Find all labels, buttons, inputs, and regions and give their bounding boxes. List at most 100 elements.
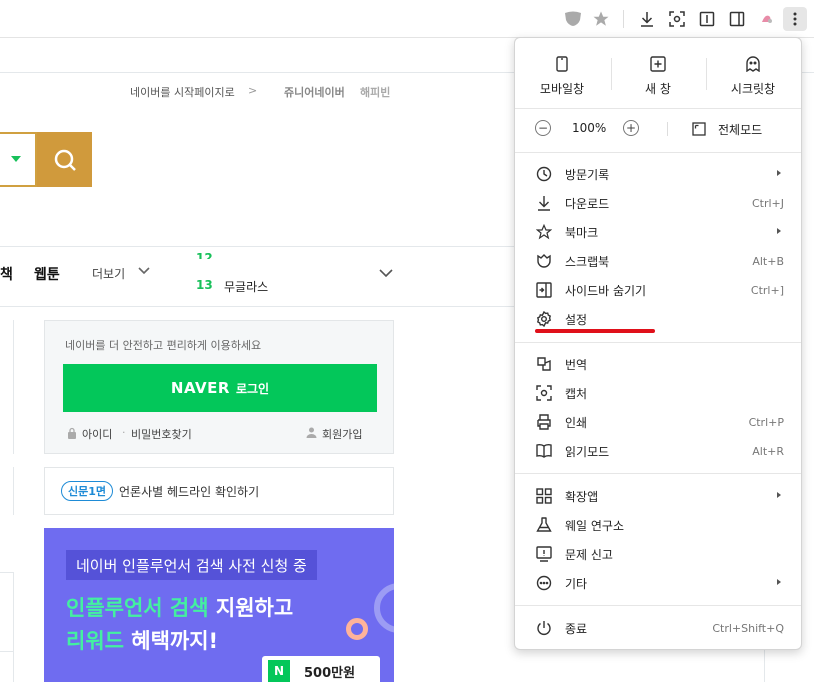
- menu-item-print[interactable]: 인쇄 Ctrl+P: [515, 408, 801, 436]
- rolling-rank: 12: [196, 251, 213, 259]
- mobile-window-label: 모바일창: [539, 82, 585, 96]
- report-icon: [535, 545, 553, 563]
- submenu-arrow-icon: [777, 492, 781, 498]
- happybean-link[interactable]: 해피빈: [360, 84, 390, 100]
- menu-item-label: 설정: [565, 312, 588, 327]
- menu-item-label: 스크랩북: [565, 254, 610, 269]
- capture-icon[interactable]: [666, 8, 688, 30]
- shortcut-text: Ctrl+P: [748, 415, 784, 429]
- shield-icon[interactable]: [562, 8, 584, 30]
- menu-item-extensions[interactable]: 확장앱: [515, 482, 801, 510]
- find-password-link[interactable]: 비밀번호찾기: [131, 426, 192, 442]
- secret-window-label: 시크릿창: [730, 82, 776, 96]
- download-icon[interactable]: [636, 8, 658, 30]
- nav-more[interactable]: 더보기: [92, 265, 125, 282]
- shortcut-text: Alt+B: [752, 254, 784, 268]
- menu-item-label: 읽기모드: [565, 444, 610, 459]
- capture-icon: [535, 384, 553, 402]
- submenu-arrow-icon: [777, 170, 781, 176]
- naver-n-icon: N: [268, 660, 290, 682]
- menu-item-translate[interactable]: 번역: [515, 350, 801, 378]
- reward-card: N 500만원: [262, 656, 380, 682]
- mobile-window-button[interactable]: 모바일창: [516, 56, 608, 97]
- secret-window-button[interactable]: 시크릿창: [707, 56, 799, 97]
- login-label: 로그인: [235, 381, 270, 396]
- menu-item-bookmarks[interactable]: 북마크: [515, 218, 801, 246]
- menu-item-label: 인쇄: [565, 415, 588, 430]
- book-icon: [535, 442, 553, 460]
- nav-item-webtoon[interactable]: 웹툰: [34, 264, 60, 284]
- apps-grid-icon: [535, 487, 553, 505]
- login-panel: 네이버를 더 안전하고 편리하게 이용하세요 NAVER 로그인 아이디 · 비…: [44, 320, 394, 454]
- clock-icon: [535, 165, 553, 183]
- find-id-link[interactable]: 아이디: [82, 426, 112, 442]
- decor-ring: [346, 618, 368, 640]
- start-page-link[interactable]: 네이버를 시작페이지로: [130, 84, 235, 100]
- newspaper-badge: 신문1면: [61, 481, 114, 501]
- menu-item-report-issue[interactable]: 문제 신고: [515, 540, 801, 568]
- reader-icon[interactable]: [696, 8, 718, 30]
- fullscreen-button[interactable]: 전체모드: [718, 121, 762, 138]
- zoom-out-button[interactable]: −: [535, 120, 551, 136]
- signup-link[interactable]: 회원가입: [322, 426, 362, 442]
- menu-item-label: 캡처: [565, 386, 588, 401]
- red-underline-annotation: [535, 329, 655, 333]
- search-icon: [53, 148, 77, 172]
- caret-down-icon[interactable]: [11, 156, 21, 162]
- menu-item-downloads[interactable]: 다운로드 Ctrl+J: [515, 189, 801, 217]
- banner-headline-1: 인플루언서 검색 지원하고: [66, 596, 294, 620]
- menu-item-reading-mode[interactable]: 읽기모드 Alt+R: [515, 437, 801, 465]
- zoom-in-button[interactable]: +: [623, 120, 639, 136]
- naver-logo: NAVER: [170, 379, 230, 397]
- menu-item-scrapbook[interactable]: 스크랩북 Alt+B: [515, 247, 801, 275]
- menu-item-label: 방문기록: [565, 167, 610, 182]
- decor-ring: [374, 583, 394, 633]
- browser-main-menu: 모바일창 새 창 시크릿창 − 100% + 전체모드 방문기록 다운로드 Ct…: [514, 37, 802, 650]
- print-icon: [535, 413, 553, 431]
- menu-item-label: 종료: [565, 621, 588, 636]
- ghost-icon: [707, 56, 799, 74]
- rolling-keyword[interactable]: 무글라스: [224, 278, 268, 295]
- login-button[interactable]: NAVER 로그인: [63, 364, 377, 412]
- sidebar-icon[interactable]: [726, 8, 748, 30]
- shortcut-text: Ctrl+Shift+Q: [712, 621, 784, 635]
- gear-icon: [535, 310, 553, 328]
- login-description: 네이버를 더 안전하고 편리하게 이용하세요: [65, 339, 262, 352]
- star-icon[interactable]: [590, 8, 612, 30]
- search-button[interactable]: [37, 132, 92, 187]
- banner-tag: 네이버 인플루언서 검색 사전 신청 중: [66, 550, 317, 580]
- reward-amount: 500만원: [304, 665, 356, 681]
- star-icon: [535, 223, 553, 241]
- menu-item-label: 웨일 연구소: [565, 518, 625, 533]
- influencer-ad-banner[interactable]: 네이버 인플루언서 검색 사전 신청 중 인플루언서 검색 지원하고 리워드 혜…: [44, 528, 394, 682]
- newspaper-headline-banner[interactable]: 신문1면 언론사별 헤드라인 확인하기: [44, 467, 394, 515]
- download-icon: [535, 194, 553, 212]
- menu-item-capture[interactable]: 캡처: [515, 379, 801, 407]
- menu-item-exit[interactable]: 종료 Ctrl+Shift+Q: [515, 614, 801, 642]
- shortcut-text: Ctrl+]: [750, 283, 784, 297]
- menu-item-more[interactable]: 기타: [515, 569, 801, 597]
- sidebar-icon: [535, 281, 553, 299]
- chevron-down-icon[interactable]: [379, 269, 393, 277]
- zoom-controls: − 100% + 전체모드: [515, 116, 801, 142]
- new-window-button[interactable]: 새 창: [612, 56, 704, 97]
- menu-item-label: 사이드바 숨기기: [565, 283, 647, 298]
- menu-item-hide-sidebar[interactable]: 사이드바 숨기기 Ctrl+]: [515, 276, 801, 304]
- menu-item-whale-lab[interactable]: 웨일 연구소: [515, 511, 801, 539]
- chevron-down-icon[interactable]: [138, 267, 150, 275]
- menu-item-label: 문제 신고: [565, 547, 613, 562]
- mobile-icon: [516, 56, 608, 74]
- menu-item-label: 북마크: [565, 225, 599, 240]
- menu-item-label: 다운로드: [565, 196, 610, 211]
- banner-headline-2: 리워드 혜택까지!: [66, 629, 219, 653]
- extension-icon[interactable]: [756, 8, 778, 30]
- more-icon[interactable]: [783, 7, 807, 31]
- power-icon: [535, 619, 553, 637]
- nav-item-book[interactable]: 책: [0, 264, 13, 284]
- more-circle-icon: [535, 574, 553, 592]
- shortcut-text: Ctrl+J: [751, 196, 784, 210]
- menu-item-history[interactable]: 방문기록: [515, 160, 801, 188]
- new-window-label: 새 창: [645, 82, 671, 96]
- menu-item-label: 확장앱: [565, 489, 599, 504]
- junior-naver-link[interactable]: 쥬니어네이버: [284, 84, 345, 100]
